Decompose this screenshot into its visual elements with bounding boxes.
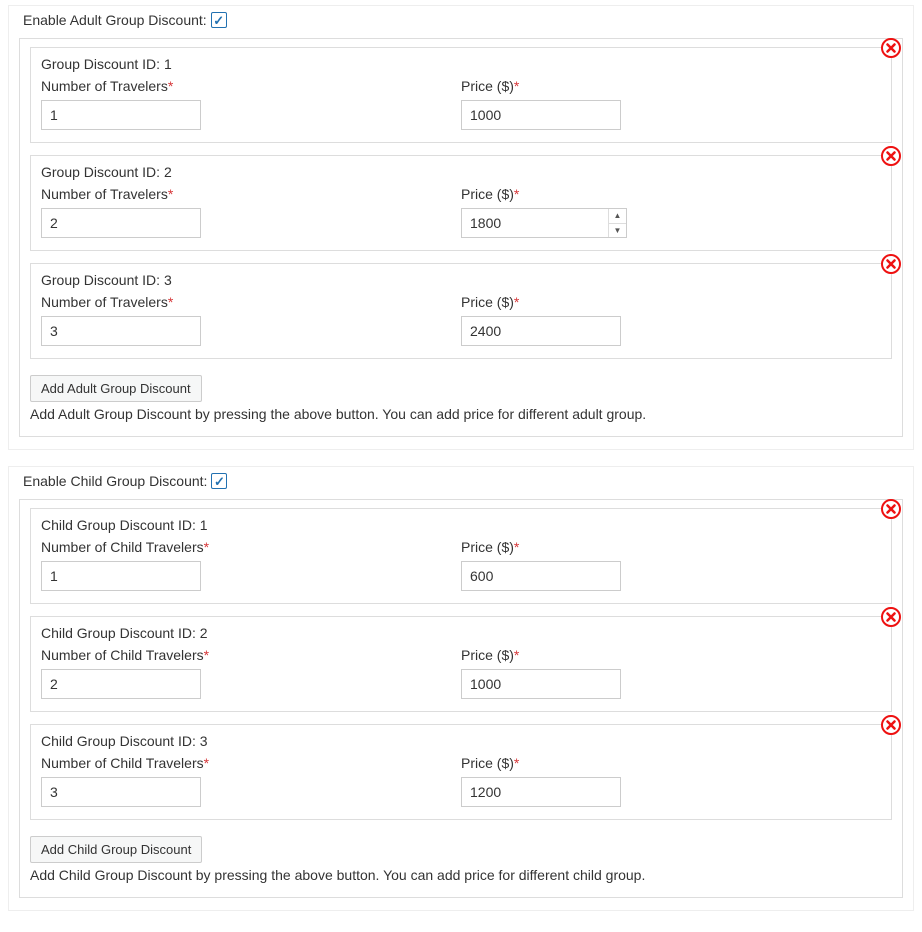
price-label: Price ($)* (461, 539, 881, 555)
adult-help-text: Add Adult Group Discount by pressing the… (30, 406, 892, 422)
child-group-discount-block: Enable Child Group Discount: ✓ Child Gro… (8, 466, 914, 911)
travelers-field: Number of Child Travelers* (41, 755, 461, 807)
price-label: Price ($)* (461, 755, 881, 771)
row-fields: Number of Child Travelers* Price ($)* (41, 647, 881, 699)
price-input[interactable] (461, 208, 627, 238)
close-circle-icon (881, 146, 901, 166)
spinner-buttons: ▲ ▼ (608, 209, 626, 237)
required-asterisk: * (204, 539, 209, 555)
delete-row-button[interactable] (881, 607, 901, 627)
delete-row-button[interactable] (881, 499, 901, 519)
travelers-label: Number of Travelers* (41, 78, 461, 94)
travelers-field: Number of Travelers* (41, 294, 461, 346)
child-discount-row: Child Group Discount ID: 3 Number of Chi… (30, 724, 892, 820)
travelers-input[interactable] (41, 316, 201, 346)
price-field: Price ($)* (461, 755, 881, 807)
price-input[interactable] (461, 777, 621, 807)
close-circle-icon (881, 499, 901, 519)
required-asterisk: * (514, 186, 519, 202)
add-adult-discount-button[interactable]: Add Adult Group Discount (30, 375, 202, 402)
enable-child-discount-label: Enable Child Group Discount: (23, 473, 207, 489)
enable-child-discount-checkbox[interactable]: ✓ (211, 473, 227, 489)
add-child-discount-button[interactable]: Add Child Group Discount (30, 836, 202, 863)
adult-discount-row: Group Discount ID: 3 Number of Travelers… (30, 263, 892, 359)
row-title: Child Group Discount ID: 1 (41, 517, 881, 533)
travelers-label: Number of Child Travelers* (41, 647, 461, 663)
travelers-input[interactable] (41, 777, 201, 807)
adult-discount-row: Group Discount ID: 2 Number of Travelers… (30, 155, 892, 251)
row-title: Child Group Discount ID: 2 (41, 625, 881, 641)
delete-row-button[interactable] (881, 254, 901, 274)
travelers-label: Number of Travelers* (41, 186, 461, 202)
row-title: Group Discount ID: 1 (41, 56, 881, 72)
price-label: Price ($)* (461, 294, 881, 310)
close-circle-icon (881, 38, 901, 58)
travelers-field: Number of Child Travelers* (41, 539, 461, 591)
required-asterisk: * (204, 647, 209, 663)
enable-child-discount-row: Enable Child Group Discount: ✓ (19, 473, 903, 489)
adult-group-discount-block: Enable Adult Group Discount: ✓ Group Dis… (8, 5, 914, 450)
close-circle-icon (881, 715, 901, 735)
close-circle-icon (881, 254, 901, 274)
enable-adult-discount-checkbox[interactable]: ✓ (211, 12, 227, 28)
enable-adult-discount-row: Enable Adult Group Discount: ✓ (19, 12, 903, 28)
price-label: Price ($)* (461, 186, 881, 202)
child-help-text: Add Child Group Discount by pressing the… (30, 867, 892, 883)
adult-discount-row: Group Discount ID: 1 Number of Travelers… (30, 47, 892, 143)
required-asterisk: * (514, 539, 519, 555)
price-field: Price ($)* (461, 539, 881, 591)
travelers-input[interactable] (41, 208, 201, 238)
price-field: Price ($)* ▲ ▼ (461, 186, 881, 238)
required-asterisk: * (514, 78, 519, 94)
row-fields: Number of Travelers* Price ($)* (41, 78, 881, 130)
row-title: Child Group Discount ID: 3 (41, 733, 881, 749)
travelers-label: Number of Child Travelers* (41, 755, 461, 771)
row-fields: Number of Child Travelers* Price ($)* (41, 755, 881, 807)
close-circle-icon (881, 607, 901, 627)
required-asterisk: * (514, 755, 519, 771)
delete-row-button[interactable] (881, 146, 901, 166)
row-fields: Number of Child Travelers* Price ($)* (41, 539, 881, 591)
travelers-label: Number of Travelers* (41, 294, 461, 310)
price-spinner-wrap: ▲ ▼ (461, 208, 627, 238)
child-discount-row: Child Group Discount ID: 2 Number of Chi… (30, 616, 892, 712)
required-asterisk: * (168, 186, 173, 202)
required-asterisk: * (168, 78, 173, 94)
row-fields: Number of Travelers* Price ($)* ▲ ▼ (41, 186, 881, 238)
travelers-input[interactable] (41, 100, 201, 130)
travelers-input[interactable] (41, 669, 201, 699)
price-input[interactable] (461, 316, 621, 346)
adult-discount-panel: Group Discount ID: 1 Number of Travelers… (19, 38, 903, 437)
travelers-field: Number of Travelers* (41, 78, 461, 130)
travelers-field: Number of Travelers* (41, 186, 461, 238)
travelers-field: Number of Child Travelers* (41, 647, 461, 699)
price-field: Price ($)* (461, 647, 881, 699)
row-title: Group Discount ID: 2 (41, 164, 881, 180)
price-label: Price ($)* (461, 647, 881, 663)
row-fields: Number of Travelers* Price ($)* (41, 294, 881, 346)
child-discount-row: Child Group Discount ID: 1 Number of Chi… (30, 508, 892, 604)
spinner-down-button[interactable]: ▼ (609, 224, 626, 238)
price-input[interactable] (461, 561, 621, 591)
required-asterisk: * (204, 755, 209, 771)
price-field: Price ($)* (461, 78, 881, 130)
required-asterisk: * (514, 647, 519, 663)
required-asterisk: * (168, 294, 173, 310)
delete-row-button[interactable] (881, 715, 901, 735)
spinner-up-button[interactable]: ▲ (609, 209, 626, 224)
row-title: Group Discount ID: 3 (41, 272, 881, 288)
enable-adult-discount-label: Enable Adult Group Discount: (23, 12, 207, 28)
price-label: Price ($)* (461, 78, 881, 94)
price-field: Price ($)* (461, 294, 881, 346)
delete-row-button[interactable] (881, 38, 901, 58)
travelers-input[interactable] (41, 561, 201, 591)
child-discount-panel: Child Group Discount ID: 1 Number of Chi… (19, 499, 903, 898)
price-input[interactable] (461, 669, 621, 699)
price-input[interactable] (461, 100, 621, 130)
required-asterisk: * (514, 294, 519, 310)
travelers-label: Number of Child Travelers* (41, 539, 461, 555)
